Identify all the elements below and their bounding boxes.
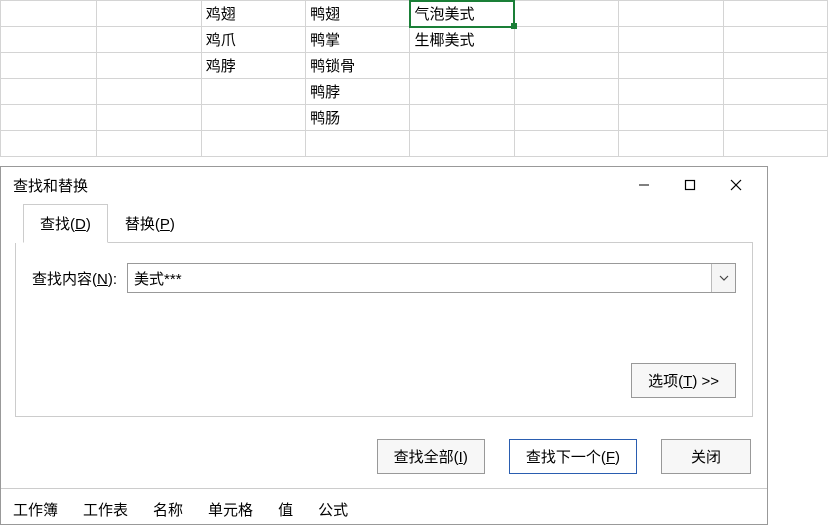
cell[interactable]: [1, 79, 97, 105]
results-column-header[interactable]: 名称: [141, 495, 196, 524]
tab-replace-label: 替换(P): [125, 216, 175, 233]
options-row: 选项(T) >>: [32, 363, 736, 398]
titlebar-controls: [621, 169, 759, 201]
cell[interactable]: [410, 131, 514, 157]
cell[interactable]: 鸭锁骨: [306, 53, 410, 79]
maximize-icon: [684, 179, 696, 191]
cell[interactable]: [619, 1, 723, 27]
cell[interactable]: 鸭肠: [306, 105, 410, 131]
cell[interactable]: [1, 131, 97, 157]
tab-find[interactable]: 查找(D): [23, 204, 108, 243]
find-combobox: [127, 263, 736, 293]
cell[interactable]: [97, 105, 201, 131]
cell[interactable]: [514, 79, 618, 105]
results-header: 工作簿工作表名称单元格值公式: [1, 488, 767, 524]
cell[interactable]: [723, 1, 827, 27]
options-button[interactable]: 选项(T) >>: [631, 363, 736, 398]
find-next-button[interactable]: 查找下一个(F): [509, 439, 637, 474]
tabs: 查找(D) 替换(P): [23, 203, 753, 243]
cell[interactable]: [97, 79, 201, 105]
dialog-titlebar: 查找和替换: [1, 167, 767, 203]
find-label: 查找内容(N):: [32, 268, 117, 289]
cell[interactable]: [97, 27, 201, 53]
cell[interactable]: [306, 131, 410, 157]
cell[interactable]: [201, 105, 305, 131]
tab-panel-find: 查找内容(N): 选项(T) >>: [15, 243, 753, 417]
cell[interactable]: [97, 53, 201, 79]
close-icon: [729, 178, 743, 192]
cell[interactable]: [514, 105, 618, 131]
cell[interactable]: [723, 27, 827, 53]
cell[interactable]: [514, 27, 618, 53]
cell[interactable]: [97, 1, 201, 27]
results-column-header[interactable]: 公式: [306, 495, 361, 524]
cell[interactable]: [619, 27, 723, 53]
cell[interactable]: [514, 1, 618, 27]
close-window-button[interactable]: [713, 169, 759, 201]
cell[interactable]: [619, 105, 723, 131]
cell[interactable]: [619, 53, 723, 79]
chevron-down-icon: [719, 275, 729, 281]
cell[interactable]: 鸭脖: [306, 79, 410, 105]
find-input[interactable]: [128, 264, 711, 292]
cell[interactable]: [723, 53, 827, 79]
dialog-body: 查找(D) 替换(P) 查找内容(N): 选项(T) >>: [1, 203, 767, 427]
cell[interactable]: 鸡脖: [201, 53, 305, 79]
cell[interactable]: 鸭翅: [306, 1, 410, 27]
cell[interactable]: [97, 131, 201, 157]
cell[interactable]: 鸡爪: [201, 27, 305, 53]
minimize-icon: [638, 179, 650, 191]
dialog-buttons: 查找全部(I) 查找下一个(F) 关闭: [1, 427, 767, 488]
cell[interactable]: [723, 105, 827, 131]
tab-find-label: 查找(D): [40, 216, 91, 233]
cell[interactable]: [514, 53, 618, 79]
results-column-header[interactable]: 工作簿: [1, 495, 71, 524]
cell[interactable]: [1, 53, 97, 79]
cell[interactable]: [619, 131, 723, 157]
find-field-row: 查找内容(N):: [32, 263, 736, 293]
dialog-title: 查找和替换: [13, 175, 621, 196]
sheet-table[interactable]: 鸡翅鸭翅气泡美式鸡爪鸭掌生椰美式鸡脖鸭锁骨鸭脖鸭肠: [0, 0, 828, 157]
cell[interactable]: 气泡美式: [410, 1, 514, 27]
cell[interactable]: [410, 53, 514, 79]
cell[interactable]: [1, 27, 97, 53]
cell[interactable]: [410, 79, 514, 105]
cell[interactable]: [201, 131, 305, 157]
maximize-button[interactable]: [667, 169, 713, 201]
tab-replace[interactable]: 替换(P): [108, 204, 192, 243]
cell[interactable]: [1, 1, 97, 27]
minimize-button[interactable]: [621, 169, 667, 201]
cell[interactable]: 鸡翅: [201, 1, 305, 27]
cell[interactable]: 生椰美式: [410, 27, 514, 53]
cell[interactable]: [1, 105, 97, 131]
cell[interactable]: 鸭掌: [306, 27, 410, 53]
cell[interactable]: [410, 105, 514, 131]
find-replace-dialog: 查找和替换 查找(D) 替换(P) 查找内容(N):: [0, 166, 768, 525]
cell[interactable]: [201, 79, 305, 105]
results-column-header[interactable]: 单元格: [196, 495, 266, 524]
results-column-header[interactable]: 值: [266, 495, 306, 524]
close-button[interactable]: 关闭: [661, 439, 751, 474]
cell[interactable]: [723, 131, 827, 157]
cell[interactable]: [619, 79, 723, 105]
cell[interactable]: [514, 131, 618, 157]
results-column-header[interactable]: 工作表: [71, 495, 141, 524]
find-dropdown-button[interactable]: [711, 264, 735, 292]
cell[interactable]: [723, 79, 827, 105]
find-all-button[interactable]: 查找全部(I): [377, 439, 485, 474]
